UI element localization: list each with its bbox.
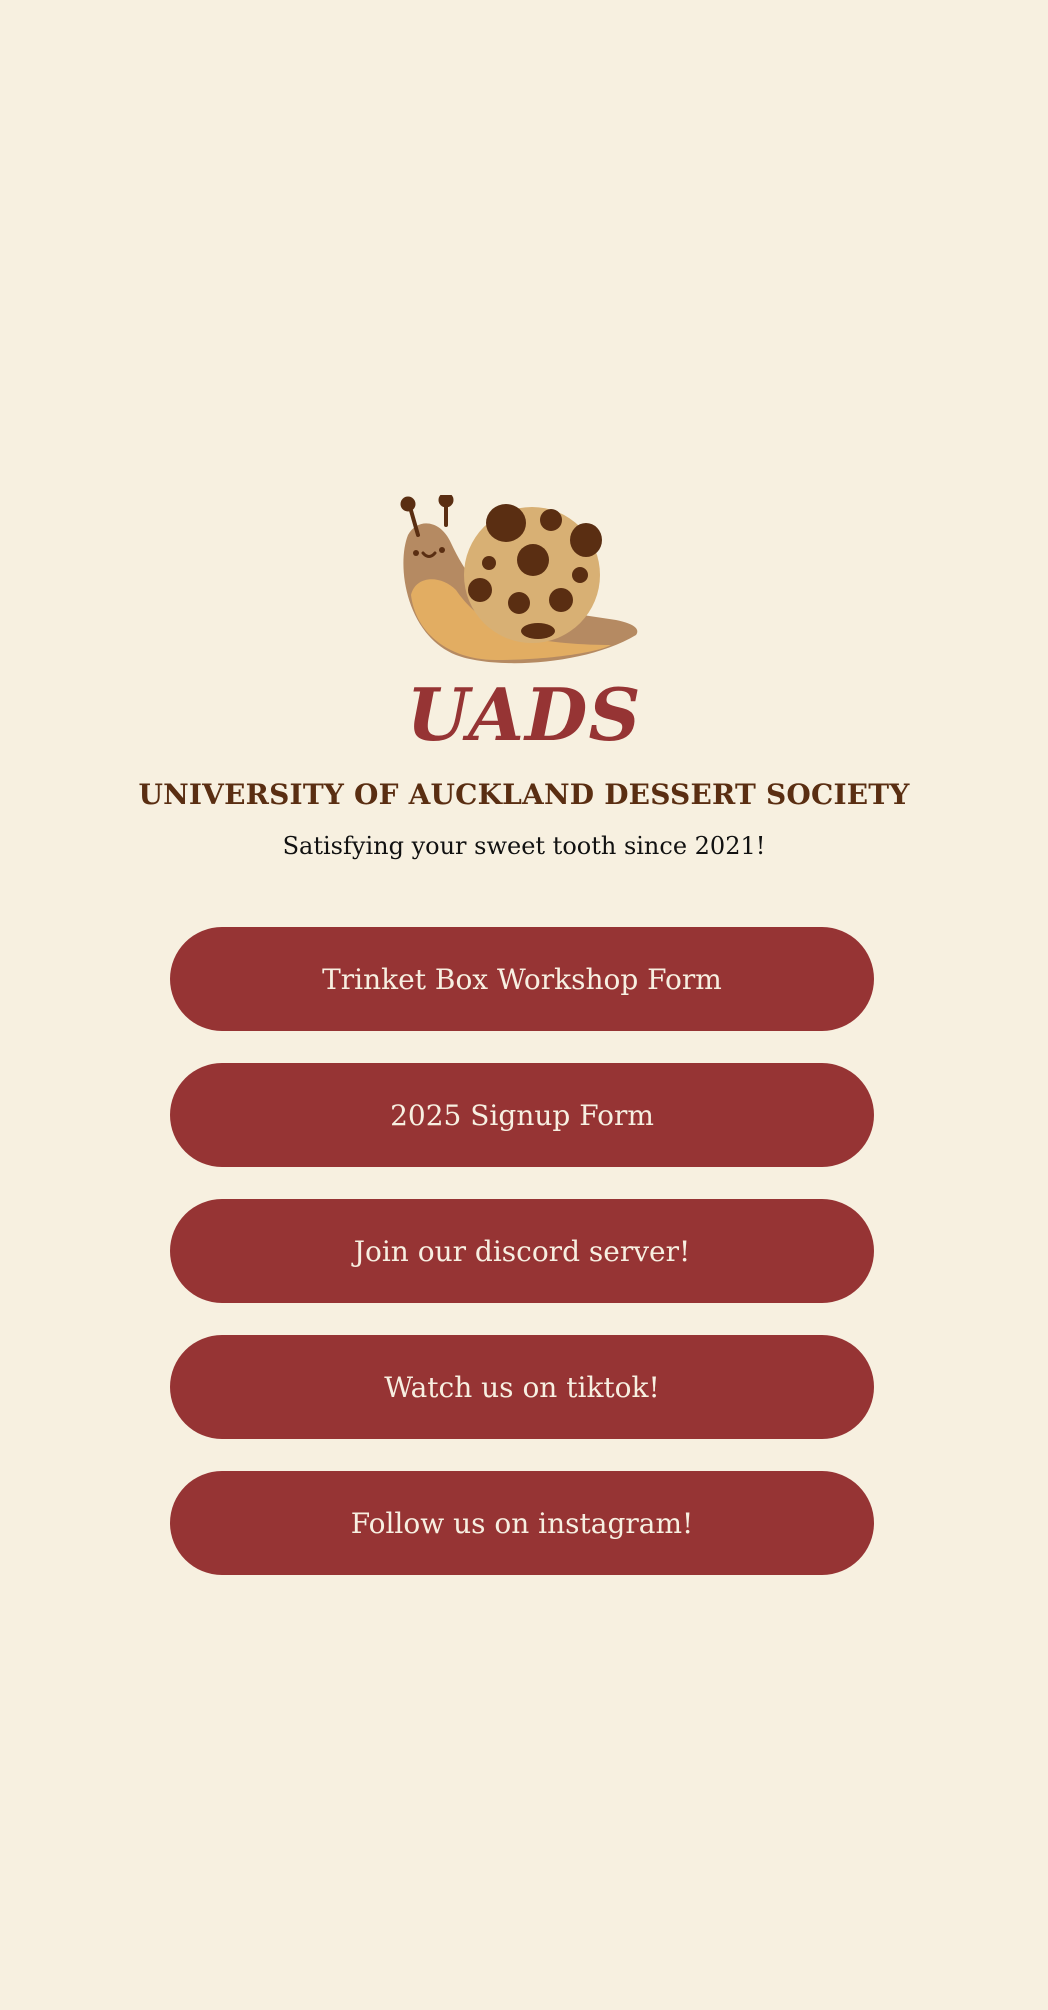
- trinket-box-workshop-form-button[interactable]: Trinket Box Workshop Form: [170, 927, 874, 1031]
- brand-title: UADS: [406, 672, 642, 757]
- signup-form-button[interactable]: 2025 Signup Form: [170, 1063, 874, 1167]
- instagram-button[interactable]: Follow us on instagram!: [170, 1471, 874, 1575]
- link-list: Trinket Box Workshop Form 2025 Signup Fo…: [170, 927, 874, 1607]
- snail-cookie-logo-icon: [400, 495, 638, 664]
- discord-button[interactable]: Join our discord server!: [170, 1199, 874, 1303]
- page: UADS UNIVERSITY OF AUCKLAND DESSERT SOCI…: [0, 0, 1048, 2010]
- tiktok-button[interactable]: Watch us on tiktok!: [170, 1335, 874, 1439]
- tagline: Satisfying your sweet tooth since 2021!: [282, 832, 766, 860]
- society-name: UNIVERSITY OF AUCKLAND DESSERT SOCIETY: [138, 778, 910, 811]
